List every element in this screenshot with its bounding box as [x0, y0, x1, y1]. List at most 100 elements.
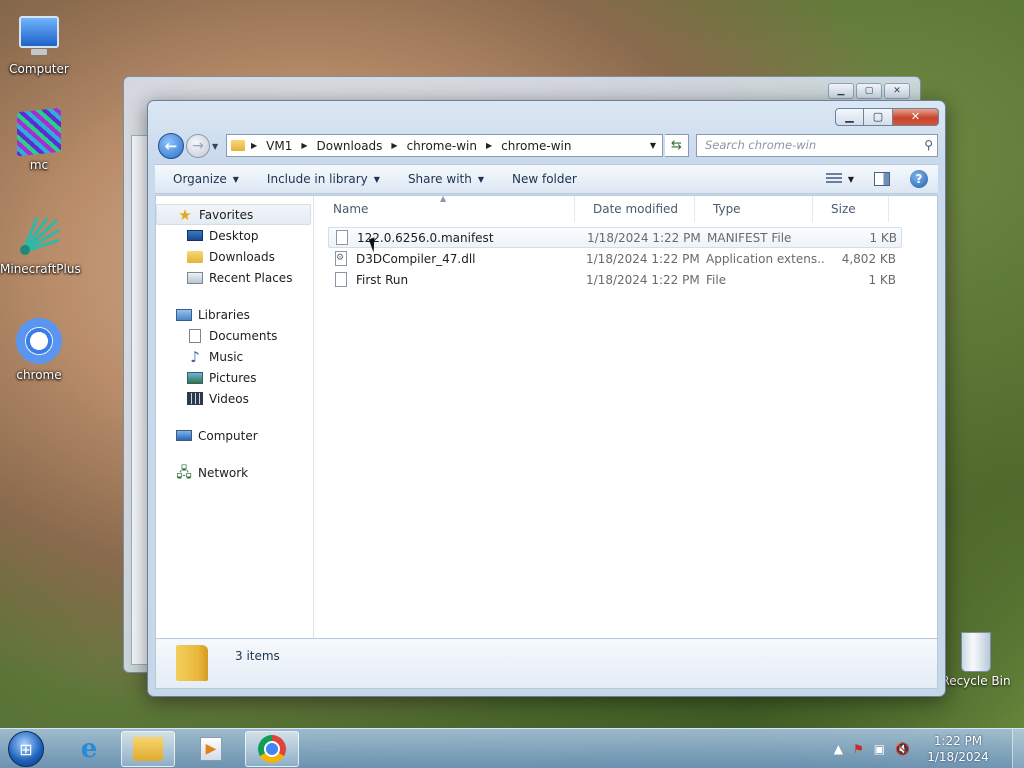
file-date: 1/18/2024 1:22 PM	[586, 251, 700, 266]
downloads-folder-icon	[187, 250, 203, 263]
search-input[interactable]: Search chrome-win ⚲	[696, 134, 938, 157]
system-tray: ▲ ⚑ ▣ 🔇 1:22 PM 1/18/2024	[834, 729, 1024, 768]
nav-label: Libraries	[198, 307, 250, 322]
taskbar-media-player[interactable]: ▶	[184, 731, 238, 767]
search-icon[interactable]: ⚲	[924, 135, 933, 156]
nav-item-favorites[interactable]: ★ Favorites	[156, 204, 311, 225]
forward-button[interactable]: →	[186, 134, 210, 158]
close-icon[interactable]: ✕	[884, 83, 910, 99]
volume-muted-icon[interactable]: 🔇	[895, 742, 910, 756]
details-pane: 3 items	[155, 639, 938, 689]
file-row[interactable]: D3DCompiler_47.dll 1/18/2024 1:22 PM App…	[328, 248, 902, 269]
nav-label: Pictures	[209, 370, 257, 385]
chevron-right-icon[interactable]: ▶	[301, 141, 307, 150]
minimize-icon[interactable]: ▁	[828, 83, 854, 99]
nav-item-libraries[interactable]: Libraries	[156, 304, 313, 325]
file-icon	[335, 272, 347, 287]
taskbar-internet-explorer[interactable]: e	[62, 731, 116, 767]
desktop-icon-chrome[interactable]: chrome	[0, 318, 78, 382]
address-dropdown-icon[interactable]: ▼	[646, 135, 660, 156]
action-center-flag-icon[interactable]: ⚑	[853, 742, 864, 756]
folder-icon	[176, 645, 208, 681]
file-row[interactable]: 122.0.6256.0.manifest 1/18/2024 1:22 PM …	[328, 227, 902, 248]
file-row[interactable]: First Run 1/18/2024 1:22 PM File 1 KB	[328, 269, 902, 290]
nav-item-computer[interactable]: Computer	[156, 425, 313, 446]
clock[interactable]: 1:22 PM 1/18/2024	[920, 733, 996, 765]
breadcrumb-item[interactable]: chrome-win	[501, 139, 571, 153]
preview-pane-icon[interactable]	[874, 172, 890, 186]
nav-item-downloads[interactable]: Downloads	[156, 246, 313, 267]
maximize-icon[interactable]: ▢	[856, 83, 882, 99]
network-icon[interactable]: ▣	[874, 742, 885, 756]
desktop-icon-minecraftplus[interactable]: MinecraftPlus	[0, 214, 81, 276]
chrome-icon	[258, 735, 286, 763]
maximize-button[interactable]: ▢	[864, 108, 893, 126]
background-window-controls: ▁ ▢ ✕	[828, 83, 910, 99]
share-with-button[interactable]: Share with ▼	[408, 172, 484, 186]
nav-label: Videos	[209, 391, 249, 406]
show-desktop-button[interactable]	[1012, 729, 1024, 768]
start-button[interactable]: ⊞	[4, 729, 48, 768]
show-hidden-icons-icon[interactable]: ▲	[834, 742, 843, 756]
desktop-icon-mc[interactable]: mc	[0, 107, 78, 172]
new-folder-button[interactable]: New folder	[512, 172, 577, 186]
breadcrumb-item[interactable]: Downloads	[317, 139, 383, 153]
nav-item-recent-places[interactable]: Recent Places	[156, 267, 313, 288]
desktop-icon-label: Recycle Bin	[941, 674, 1011, 688]
include-in-library-button[interactable]: Include in library ▼	[267, 172, 380, 186]
desktop-icon-computer[interactable]: Computer	[0, 10, 78, 76]
media-player-icon: ▶	[200, 737, 222, 761]
file-icon	[336, 230, 348, 245]
back-button[interactable]: ←	[158, 133, 184, 159]
nav-item-desktop[interactable]: Desktop	[156, 225, 313, 246]
column-header-date-modified[interactable]: Date modified	[575, 196, 695, 222]
music-note-icon: ♪	[190, 347, 200, 366]
nav-item-documents[interactable]: Documents	[156, 325, 313, 346]
recycle-bin-icon	[961, 632, 991, 672]
taskbar-windows-explorer[interactable]	[121, 731, 175, 767]
organize-button[interactable]: Organize ▼	[173, 172, 239, 186]
recent-pages-dropdown[interactable]: ▼	[212, 142, 218, 151]
address-bar[interactable]: ▶ VM1 ▶ Downloads ▶ chrome-win ▶ chrome-…	[226, 134, 663, 157]
nav-label: Favorites	[199, 207, 254, 222]
column-header-size[interactable]: Size	[813, 196, 889, 222]
refresh-icon: ⇆	[671, 138, 682, 153]
file-type: File	[706, 272, 727, 287]
breadcrumb-item[interactable]: VM1	[266, 139, 292, 153]
breadcrumb: ▶ VM1 ▶ Downloads ▶ chrome-win ▶ chrome-…	[251, 139, 571, 153]
breadcrumb-item[interactable]: chrome-win	[407, 139, 477, 153]
minecraft-block-icon	[17, 107, 61, 157]
column-header-type[interactable]: Type	[695, 196, 813, 222]
computer-icon	[19, 16, 59, 55]
chevron-right-icon[interactable]: ▶	[486, 141, 492, 150]
minimize-button[interactable]: ▁	[835, 108, 864, 126]
refresh-button[interactable]: ⇆	[665, 134, 689, 157]
nav-item-network[interactable]: 🖧 Network	[156, 462, 313, 483]
folder-icon	[133, 737, 163, 761]
chevron-down-icon: ▼	[232, 174, 239, 184]
chevron-right-icon[interactable]: ▶	[251, 141, 257, 150]
nav-item-pictures[interactable]: Pictures	[156, 367, 313, 388]
help-icon[interactable]: ?	[910, 170, 928, 188]
chevron-down-icon: ▼	[373, 174, 380, 184]
file-date: 1/18/2024 1:22 PM	[586, 272, 700, 287]
computer-icon	[176, 430, 192, 441]
view-options-icon[interactable]	[825, 173, 842, 185]
explorer-window[interactable]: ▁ ▢ ✕ ← → ▼ ▶ VM1 ▶ Downloads ▶ chrome-w…	[147, 100, 946, 697]
file-type: MANIFEST File	[707, 230, 792, 245]
search-placeholder: Search chrome-win	[705, 138, 817, 152]
chevron-right-icon[interactable]: ▶	[391, 141, 397, 150]
nav-label: Computer	[198, 428, 258, 443]
nav-item-videos[interactable]: Videos	[156, 388, 313, 409]
clock-date: 1/18/2024	[927, 750, 989, 764]
taskbar-chrome[interactable]	[245, 731, 299, 767]
desktop-icon-recycle-bin[interactable]: Recycle Bin	[940, 632, 1012, 688]
file-type: Application extens...	[706, 251, 824, 266]
documents-icon	[189, 328, 201, 343]
nav-item-music[interactable]: ♪ Music	[156, 346, 313, 367]
column-header-name[interactable]: Name	[315, 196, 575, 222]
close-button[interactable]: ✕	[893, 108, 939, 126]
star-icon: ★	[178, 205, 192, 224]
taskbar: ⊞ e ▶ ▲ ⚑ ▣ 🔇 1:22 PM 1/18/2024	[0, 728, 1024, 768]
chevron-down-icon[interactable]: ▼	[848, 175, 854, 184]
